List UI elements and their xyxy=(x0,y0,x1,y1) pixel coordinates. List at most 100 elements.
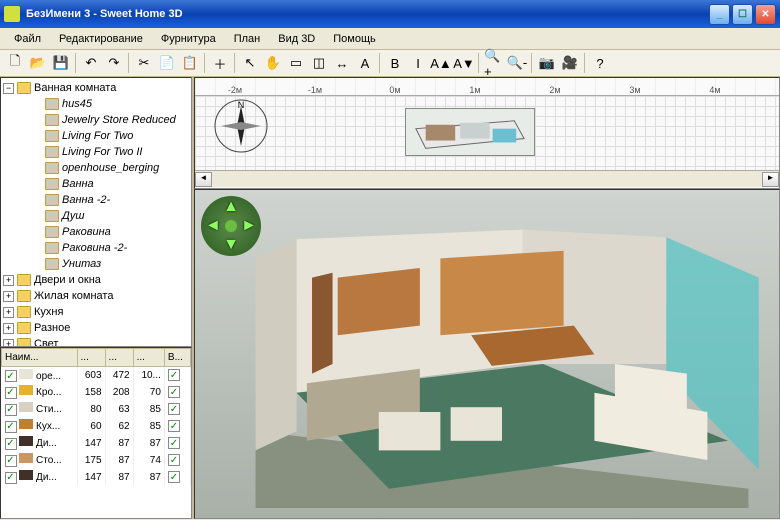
table-row[interactable]: ✓ оре...60347210...✓ xyxy=(2,367,191,384)
dimension-icon[interactable]: ↔ xyxy=(331,52,353,74)
text-icon[interactable]: A xyxy=(354,52,376,74)
nav-left-icon[interactable]: ◄ xyxy=(205,217,221,235)
video-icon[interactable]: 🎥 xyxy=(559,52,581,74)
menu-0[interactable]: Файл xyxy=(6,31,49,47)
furniture-tree[interactable]: −Ванная комнатаhus45Jewelry Store Reduce… xyxy=(0,77,192,347)
checkbox-icon[interactable]: ✓ xyxy=(5,472,17,484)
nav-up-icon[interactable]: ▲ xyxy=(223,198,239,216)
collapse-icon[interactable]: − xyxy=(3,83,14,94)
table-header[interactable]: Наим... xyxy=(2,349,78,367)
tree-label: Ванна -2- xyxy=(62,194,110,206)
menu-3[interactable]: План xyxy=(226,31,269,47)
table-row[interactable]: ✓ Ди...1478787✓ xyxy=(2,469,191,486)
table-row[interactable]: ✓ Сто...1758774✓ xyxy=(2,452,191,469)
tree-row[interactable]: Living For Two II xyxy=(3,144,189,160)
scroll-left-icon[interactable]: ◄ xyxy=(195,172,212,187)
table-header[interactable]: ... xyxy=(133,349,164,367)
checkbox-icon[interactable]: ✓ xyxy=(168,437,180,449)
checkbox-icon[interactable]: ✓ xyxy=(5,404,17,416)
expand-icon[interactable]: + xyxy=(3,339,14,348)
expand-icon[interactable]: + xyxy=(3,291,14,302)
tree-row[interactable]: Душ xyxy=(3,208,189,224)
add-furniture-icon[interactable]: ＋ xyxy=(209,52,231,74)
checkbox-icon[interactable]: ✓ xyxy=(168,369,180,381)
menu-5[interactable]: Помощь xyxy=(325,31,384,47)
open-icon[interactable]: 📂 xyxy=(27,52,49,74)
tree-row[interactable]: Living For Two xyxy=(3,128,189,144)
menu-2[interactable]: Фурнитура xyxy=(153,31,224,47)
expand-icon[interactable]: + xyxy=(3,307,14,318)
checkbox-icon[interactable]: ✓ xyxy=(168,386,180,398)
tree-row[interactable]: openhouse_berging xyxy=(3,160,189,176)
titlebar[interactable]: БезИмени 3 - Sweet Home 3D _ ☐ ✕ xyxy=(0,0,780,28)
table-row[interactable]: ✓ Сти...806385✓ xyxy=(2,401,191,418)
tree-row[interactable]: +Свет xyxy=(3,336,189,347)
color-swatch xyxy=(19,385,33,395)
paste-icon[interactable]: 📋 xyxy=(179,52,201,74)
maximize-button[interactable]: ☐ xyxy=(732,4,753,25)
menu-1[interactable]: Редактирование xyxy=(51,31,151,47)
cut-icon[interactable]: ✂ xyxy=(133,52,155,74)
compass-icon[interactable]: N xyxy=(213,98,269,154)
copy-icon[interactable]: 📄 xyxy=(156,52,178,74)
bold-icon[interactable]: B xyxy=(384,52,406,74)
wall-icon[interactable]: ▭ xyxy=(285,52,307,74)
photo-icon[interactable]: 📷 xyxy=(536,52,558,74)
checkbox-icon[interactable]: ✓ xyxy=(5,370,17,382)
folder-icon xyxy=(45,210,59,222)
separator xyxy=(478,53,480,73)
tree-row[interactable]: Jewelry Store Reduced xyxy=(3,112,189,128)
checkbox-icon[interactable]: ✓ xyxy=(168,403,180,415)
redo-icon[interactable]: ↷ xyxy=(103,52,125,74)
expand-icon[interactable]: + xyxy=(3,323,14,334)
table-header[interactable]: ... xyxy=(77,349,105,367)
zoom-out-icon[interactable]: 🔍- xyxy=(506,52,528,74)
tree-row[interactable]: −Ванная комната xyxy=(3,80,189,96)
expand-icon[interactable]: + xyxy=(3,275,14,286)
checkbox-icon[interactable]: ✓ xyxy=(5,421,17,433)
tree-row[interactable]: Ванна xyxy=(3,176,189,192)
checkbox-icon[interactable]: ✓ xyxy=(5,438,17,450)
minimize-button[interactable]: _ xyxy=(709,4,730,25)
3d-view[interactable]: ▲ ▼ ◄ ► xyxy=(194,189,780,519)
tree-row[interactable]: +Кухня xyxy=(3,304,189,320)
tree-row[interactable]: +Жилая комната xyxy=(3,288,189,304)
tree-row[interactable]: Раковина xyxy=(3,224,189,240)
tree-row[interactable]: hus45 xyxy=(3,96,189,112)
checkbox-icon[interactable]: ✓ xyxy=(5,455,17,467)
pan-icon[interactable]: ✋ xyxy=(262,52,284,74)
table-row[interactable]: ✓ Кух...606285✓ xyxy=(2,418,191,435)
save-icon[interactable]: 💾 xyxy=(50,52,72,74)
font-dec-icon[interactable]: A▼ xyxy=(453,52,475,74)
tree-row[interactable]: +Разное xyxy=(3,320,189,336)
checkbox-icon[interactable]: ✓ xyxy=(168,454,180,466)
tree-row[interactable]: Унитаз xyxy=(3,256,189,272)
plan-view[interactable]: -2м-1м0м1м2м3м4м N ◄ ► xyxy=(194,77,780,189)
table-header[interactable]: ... xyxy=(105,349,133,367)
close-button[interactable]: ✕ xyxy=(755,4,776,25)
tree-row[interactable]: Ванна -2- xyxy=(3,192,189,208)
plan-model[interactable] xyxy=(405,108,535,156)
checkbox-icon[interactable]: ✓ xyxy=(168,471,180,483)
font-inc-icon[interactable]: A▲ xyxy=(430,52,452,74)
tree-row[interactable]: +Двери и окна xyxy=(3,272,189,288)
zoom-in-icon[interactable]: 🔍+ xyxy=(483,52,505,74)
scroll-right-icon[interactable]: ► xyxy=(762,172,779,187)
new-icon[interactable]: 🗋 xyxy=(4,52,26,74)
table-header[interactable]: В... xyxy=(164,349,190,367)
furniture-table[interactable]: Наим............В...✓ оре...60347210...✓… xyxy=(0,347,192,519)
room-icon[interactable]: ◫ xyxy=(308,52,330,74)
checkbox-icon[interactable]: ✓ xyxy=(168,420,180,432)
checkbox-icon[interactable]: ✓ xyxy=(5,387,17,399)
table-row[interactable]: ✓ Ди...1478787✓ xyxy=(2,435,191,452)
table-row[interactable]: ✓ Кро...15820870✓ xyxy=(2,384,191,401)
menu-4[interactable]: Вид 3D xyxy=(270,31,323,47)
select-icon[interactable]: ↖ xyxy=(239,52,261,74)
help-icon[interactable]: ? xyxy=(589,52,611,74)
italic-icon[interactable]: I xyxy=(407,52,429,74)
tree-row[interactable]: Раковина -2- xyxy=(3,240,189,256)
folder-icon xyxy=(45,98,59,110)
undo-icon[interactable]: ↶ xyxy=(80,52,102,74)
plan-scrollbar-h[interactable]: ◄ ► xyxy=(195,170,779,187)
plan-canvas[interactable]: N xyxy=(195,96,779,170)
